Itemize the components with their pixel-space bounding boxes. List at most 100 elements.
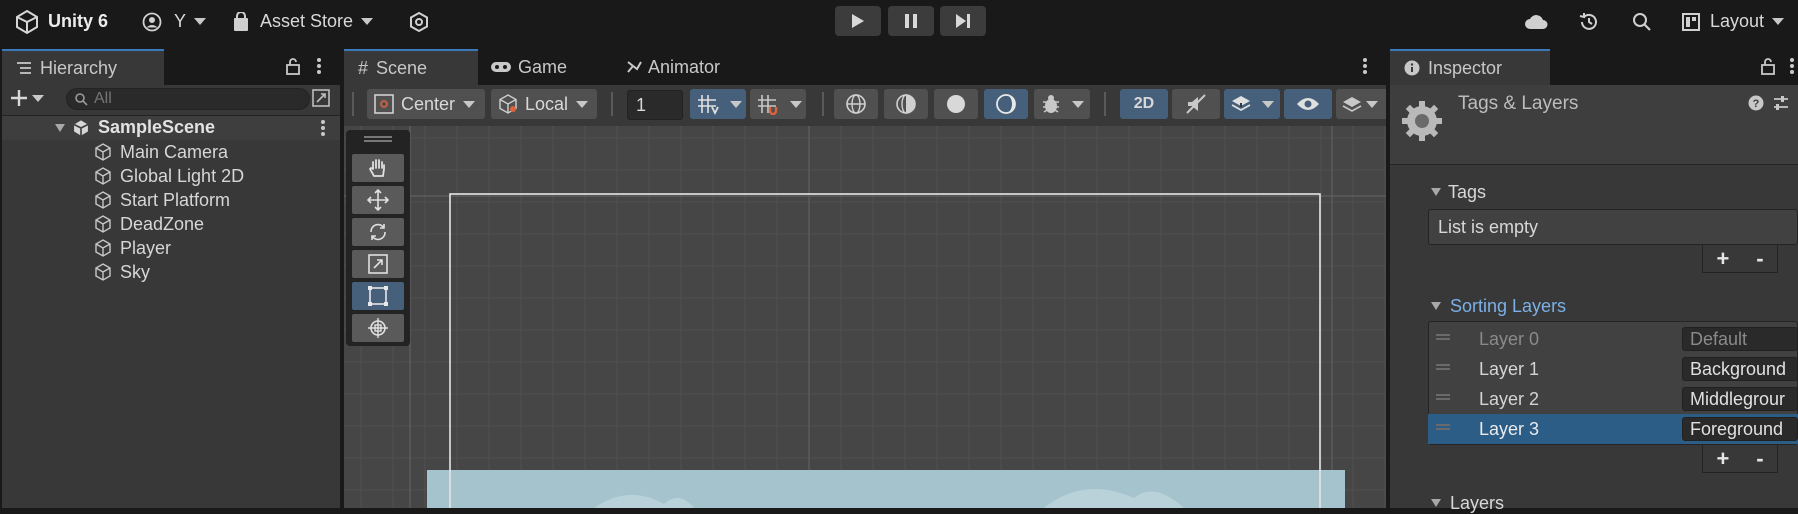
hierarchy-item-main-camera[interactable]: Main Camera: [95, 140, 228, 164]
hierarchy-item-player[interactable]: Player: [95, 236, 171, 260]
kebab-menu-icon[interactable]: [1362, 57, 1368, 80]
tab-inspector[interactable]: Inspector: [1390, 49, 1550, 85]
info-icon: [1404, 60, 1420, 76]
shaded-sphere-icon: [947, 95, 965, 113]
remove-sorting-layer-button[interactable]: -: [1756, 446, 1763, 472]
hand-icon: [368, 159, 385, 177]
create-button[interactable]: [10, 89, 44, 107]
account-dropdown[interactable]: Y: [142, 0, 207, 43]
rect-transform-icon: [368, 286, 388, 306]
tab-hierarchy[interactable]: Hierarchy: [2, 49, 164, 85]
tab-label: Animator: [648, 56, 721, 77]
rotate-tool-button[interactable]: [352, 218, 404, 246]
grid-size-field[interactable]: 1: [627, 90, 683, 120]
sorting-layer-row[interactable]: Layer 0 Default: [1428, 324, 1798, 354]
layer-name-field[interactable]: Middlegrour: [1682, 387, 1798, 411]
hierarchy-panel: SampleScene Main Camera Global Light 2D …: [2, 85, 340, 508]
tab-scene[interactable]: # Scene: [344, 49, 478, 85]
pivot-mode-label: Center: [401, 93, 456, 114]
increment-snapping-toggle[interactable]: [750, 89, 806, 119]
hierarchy-item-start-platform[interactable]: Start Platform: [95, 188, 230, 212]
wireframe-shading-button[interactable]: [834, 89, 878, 119]
add-tag-button[interactable]: +: [1716, 246, 1729, 272]
audio-toggle[interactable]: [1172, 89, 1220, 119]
transform-tool-button[interactable]: [352, 314, 404, 342]
drag-handle-icon[interactable]: [1436, 394, 1450, 400]
search-button[interactable]: [1632, 0, 1652, 43]
lock-icon[interactable]: [285, 57, 301, 80]
drag-handle-icon[interactable]: [1436, 364, 1450, 370]
unity-menu[interactable]: Unity 6: [14, 0, 108, 43]
pivot-space-dropdown[interactable]: Local: [491, 89, 597, 119]
effects-dropdown[interactable]: [1224, 89, 1280, 119]
hierarchy-item-sky[interactable]: Sky: [95, 260, 150, 284]
drag-handle-icon[interactable]: [1436, 334, 1450, 340]
chevron-down-icon: [576, 100, 589, 108]
sorting-layer-row[interactable]: Layer 1 Background: [1428, 354, 1798, 384]
drag-handle-icon[interactable]: [1436, 424, 1450, 430]
kebab-menu-icon[interactable]: [1789, 57, 1795, 80]
kebab-menu-icon[interactable]: [320, 119, 326, 142]
tab-label: Scene: [376, 57, 428, 78]
help-icon[interactable]: ?: [1748, 95, 1764, 116]
layout-dropdown[interactable]: Layout: [1682, 0, 1785, 43]
layer-name-field[interactable]: Background: [1682, 357, 1798, 381]
layers-header[interactable]: Layers: [1450, 493, 1504, 514]
layers-icon: [1342, 97, 1362, 112]
triangle-down-icon: [1431, 499, 1441, 507]
tab-game[interactable]: Game: [490, 49, 610, 85]
scene-picker-icon[interactable]: [312, 89, 330, 112]
history-button[interactable]: [1578, 0, 1600, 43]
layout-label: Layout: [1710, 11, 1765, 31]
hand-tool-button[interactable]: [352, 154, 404, 182]
sorting-layers-footer: + -: [1702, 445, 1778, 473]
scene-viewport[interactable]: [344, 126, 1386, 508]
hierarchy-item-global-light-2d[interactable]: Global Light 2D: [95, 164, 244, 188]
chevron-down-icon: [790, 100, 802, 108]
gameobject-cube-icon: [95, 143, 111, 161]
step-button[interactable]: [940, 6, 986, 36]
hierarchy-search-field[interactable]: [66, 88, 310, 110]
scene-visibility-toggle[interactable]: [1284, 89, 1332, 119]
add-sorting-layer-button[interactable]: +: [1716, 446, 1729, 472]
shaded-button[interactable]: [934, 89, 978, 119]
play-button[interactable]: [835, 6, 881, 36]
chevron-down-icon: [463, 100, 476, 108]
search-input[interactable]: [94, 90, 294, 108]
debug-draw-mode-dropdown[interactable]: [1034, 89, 1090, 119]
scale-tool-button[interactable]: [352, 250, 404, 278]
sky-sprite[interactable]: [427, 470, 1345, 508]
rect-tool-button[interactable]: [352, 282, 404, 310]
lock-icon[interactable]: [1760, 57, 1776, 80]
unlit-button[interactable]: [984, 89, 1028, 119]
pivot-mode-dropdown[interactable]: Center: [367, 89, 485, 119]
tab-animator[interactable]: Animator: [626, 49, 756, 85]
layer-name-field: Default: [1682, 327, 1798, 351]
svg-text:?: ?: [1753, 98, 1760, 110]
scene-row[interactable]: SampleScene: [2, 116, 340, 140]
shaded-wireframe-button[interactable]: [884, 89, 928, 119]
asset-store-dropdown[interactable]: Asset Store: [232, 0, 374, 43]
cloud-button[interactable]: [1524, 0, 1548, 43]
toolbar-grip: [352, 92, 354, 116]
remove-tag-button[interactable]: -: [1756, 246, 1763, 272]
unity-version-control-button[interactable]: [409, 0, 429, 43]
layer-name-field[interactable]: Foreground: [1682, 417, 1798, 441]
list-icon: [17, 62, 31, 74]
grid-snapping-toggle[interactable]: [690, 89, 746, 119]
hierarchy-item-deadzone[interactable]: DeadZone: [95, 212, 204, 236]
palette-grip[interactable]: [364, 136, 392, 142]
tags-header[interactable]: Tags: [1448, 182, 1486, 203]
sorting-layers-header[interactable]: Sorting Layers: [1450, 296, 1566, 317]
layout-icon: [1682, 12, 1700, 31]
layers-visibility-dropdown[interactable]: [1336, 89, 1386, 119]
sorting-layer-row[interactable]: Layer 2 Middlegrour: [1428, 384, 1798, 414]
kebab-menu-icon[interactable]: [316, 57, 322, 80]
preset-settings-icon[interactable]: [1772, 95, 1790, 116]
inspector-header: Tags & Layers ?: [1390, 85, 1798, 165]
gamepad-icon: [491, 62, 511, 72]
sorting-layer-row-selected[interactable]: Layer 3 Foreground: [1428, 414, 1798, 444]
move-tool-button[interactable]: [352, 186, 404, 214]
pause-button[interactable]: [888, 6, 934, 36]
2d-mode-toggle[interactable]: 2D: [1120, 89, 1168, 119]
